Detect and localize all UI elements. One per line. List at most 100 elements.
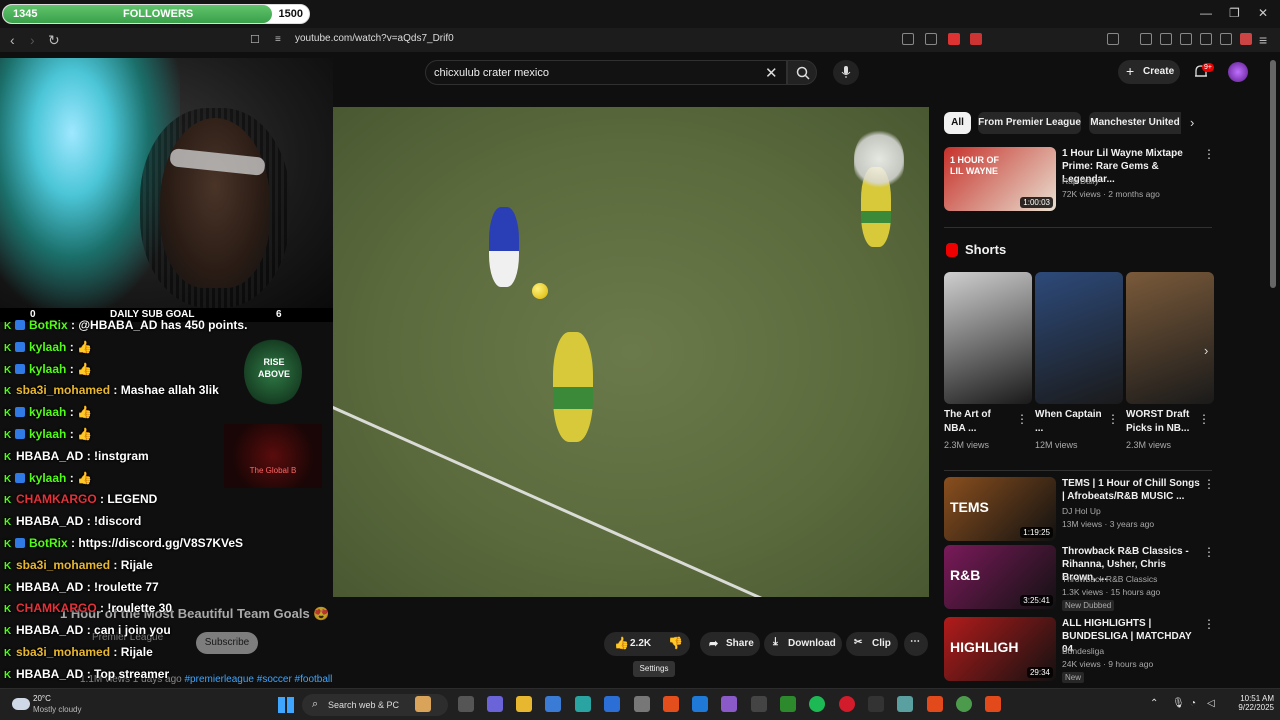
- tray-chevron-icon[interactable]: ⌃: [1150, 698, 1158, 709]
- chat-username[interactable]: kylaah: [29, 405, 66, 419]
- rec-thumbnail[interactable]: 1 HOUR OF LIL WAYNE 1:00:03: [944, 147, 1056, 211]
- defender-icon[interactable]: [604, 696, 620, 712]
- rec-title[interactable]: TEMS | 1 Hour of Chill Songs | Afrobeats…: [1062, 477, 1202, 503]
- rec-channel[interactable]: Rap Daily: [1062, 176, 1099, 186]
- back-icon[interactable]: ‹: [10, 32, 15, 48]
- app-icon-orange[interactable]: [663, 696, 679, 712]
- forward-icon[interactable]: ›: [30, 32, 35, 48]
- scrollbar-thumb[interactable]: [1270, 60, 1276, 288]
- chat-username[interactable]: HBABA_AD: [16, 580, 83, 594]
- more-vertical-icon[interactable]: ⋮: [1203, 617, 1215, 631]
- site-settings-icon[interactable]: ≡: [275, 32, 281, 48]
- profile-icon[interactable]: [1240, 33, 1252, 45]
- chat-username[interactable]: sba3i_mohamed: [16, 645, 110, 659]
- minimize-button[interactable]: —: [1200, 6, 1212, 20]
- video-player[interactable]: [333, 107, 929, 597]
- chips-next-icon[interactable]: ›: [1190, 115, 1194, 130]
- chip-all[interactable]: All: [944, 112, 971, 134]
- wallet-icon[interactable]: [1180, 33, 1192, 45]
- more-vertical-icon[interactable]: ⋮: [1203, 147, 1215, 161]
- more-vertical-icon[interactable]: ⋮: [1203, 477, 1215, 491]
- chat-username[interactable]: kylaah: [29, 471, 66, 485]
- spotify-icon[interactable]: [809, 696, 825, 712]
- clip-button[interactable]: ✂ Clip: [846, 632, 898, 656]
- capcut-icon[interactable]: [868, 696, 884, 712]
- short-thumbnail[interactable]: [944, 272, 1032, 404]
- chat-username[interactable]: sba3i_mohamed: [16, 558, 110, 572]
- chat-username[interactable]: HBABA_AD: [16, 667, 83, 681]
- brave-active-icon[interactable]: [985, 696, 1001, 712]
- mic-tray-icon[interactable]: 🎙: [1172, 698, 1185, 709]
- rec-channel[interactable]: Throwback R&B Classics: [1062, 574, 1157, 584]
- download-button[interactable]: ⤓ Download: [764, 632, 842, 656]
- rec-channel[interactable]: Bundesliga: [1062, 646, 1104, 656]
- rec-thumbnail[interactable]: R&B 3:25:41: [944, 545, 1056, 609]
- chat-username[interactable]: BotRix: [29, 536, 68, 550]
- brave-rewards-icon[interactable]: [970, 33, 982, 45]
- brave-icon[interactable]: [927, 696, 943, 712]
- dislike-icon[interactable]: 👎: [668, 636, 683, 650]
- chat-app-icon[interactable]: [487, 696, 503, 712]
- chat-username[interactable]: kylaah: [29, 340, 66, 354]
- short-title[interactable]: When Captain ...: [1035, 408, 1105, 436]
- short-thumbnail[interactable]: [1126, 272, 1214, 404]
- rec-item[interactable]: TEMS 1:19:25 TEMS | 1 Hour of Chill Songs …: [944, 477, 1215, 541]
- chat-username[interactable]: HBABA_AD: [16, 623, 83, 637]
- create-button[interactable]: + Create: [1118, 60, 1180, 84]
- like-icon[interactable]: 👍: [614, 636, 629, 650]
- rec-item[interactable]: HIGHLIGH 29:34 ALL HIGHLIGHTS | BUNDESLIGA…: [944, 617, 1215, 683]
- app-icon-globe[interactable]: [897, 696, 913, 712]
- more-vertical-icon[interactable]: ⋮: [1203, 545, 1215, 559]
- store-icon[interactable]: [545, 696, 561, 712]
- settings-icon[interactable]: [634, 696, 650, 712]
- weather-temp[interactable]: 20°C: [33, 694, 51, 703]
- short-thumbnail[interactable]: [1035, 272, 1123, 404]
- short-title[interactable]: The Art of NBA ...: [944, 408, 1014, 436]
- rec-item-lil-wayne[interactable]: 1 HOUR OF LIL WAYNE 1:00:03 1 Hour Lil W…: [944, 147, 1215, 211]
- windows-start-icon[interactable]: [278, 697, 294, 713]
- vpn-icon[interactable]: [1220, 33, 1232, 45]
- app-icon-blue[interactable]: [692, 696, 708, 712]
- chat-username[interactable]: kylaah: [29, 362, 66, 376]
- url-field[interactable]: youtube.com/watch?v=aQds7_Drif0: [295, 33, 454, 44]
- chat-username[interactable]: kylaah: [29, 427, 66, 441]
- chat-username[interactable]: HBABA_AD: [16, 449, 83, 463]
- chrome-icon[interactable]: [956, 696, 972, 712]
- short-title[interactable]: WORST Draft Picks in NB...: [1126, 408, 1196, 436]
- close-window-button[interactable]: ✕: [1258, 6, 1268, 20]
- reload-icon[interactable]: ↻: [48, 32, 60, 48]
- chip-manchester-united[interactable]: Manchester United: [1089, 112, 1181, 134]
- search-button[interactable]: [787, 60, 817, 85]
- reading-list-icon[interactable]: [1160, 33, 1172, 45]
- brave-shield-icon[interactable]: [948, 33, 960, 45]
- bookmark-icon[interactable]: ☐: [250, 32, 260, 48]
- rec-thumbnail[interactable]: TEMS 1:19:25: [944, 477, 1056, 541]
- account-avatar[interactable]: [1228, 62, 1248, 82]
- gamebar-icon[interactable]: [721, 696, 737, 712]
- maximize-button[interactable]: ❐: [1229, 6, 1240, 20]
- rec-item[interactable]: R&B 3:25:41 Throwback R&B Classics - Rihan…: [944, 545, 1215, 611]
- chat-username[interactable]: CHAMKARGO: [16, 601, 97, 615]
- weather-desc[interactable]: Mostly cloudy: [33, 705, 81, 714]
- task-view-icon[interactable]: [458, 696, 474, 712]
- more-vertical-icon[interactable]: ⋮: [1198, 412, 1210, 426]
- shorts-next-icon[interactable]: ›: [1204, 343, 1208, 358]
- share-button[interactable]: ➦ Share: [700, 632, 760, 656]
- rec-channel[interactable]: DJ Hol Up: [1062, 506, 1101, 516]
- opera-icon[interactable]: [839, 696, 855, 712]
- volume-icon[interactable]: ◁: [1207, 698, 1215, 709]
- cast-icon[interactable]: [902, 33, 914, 45]
- cloud-icon[interactable]: [12, 698, 30, 710]
- sidebar-toggle-icon[interactable]: [1107, 33, 1119, 45]
- chat-username[interactable]: BotRix: [29, 318, 68, 332]
- leo-icon[interactable]: [1200, 33, 1212, 45]
- more-vertical-icon[interactable]: ⋮: [1016, 412, 1028, 426]
- app-icon-gray[interactable]: [751, 696, 767, 712]
- chat-username[interactable]: sba3i_mohamed: [16, 383, 110, 397]
- chip-from-premier-league[interactable]: From Premier League: [978, 112, 1081, 134]
- file-explorer-icon[interactable]: [516, 696, 532, 712]
- wifi-icon[interactable]: ◔: [1190, 698, 1196, 709]
- more-vertical-icon[interactable]: ⋮: [1107, 412, 1119, 426]
- app-icon-teal[interactable]: [575, 696, 591, 712]
- menu-icon[interactable]: ≡: [1259, 32, 1267, 48]
